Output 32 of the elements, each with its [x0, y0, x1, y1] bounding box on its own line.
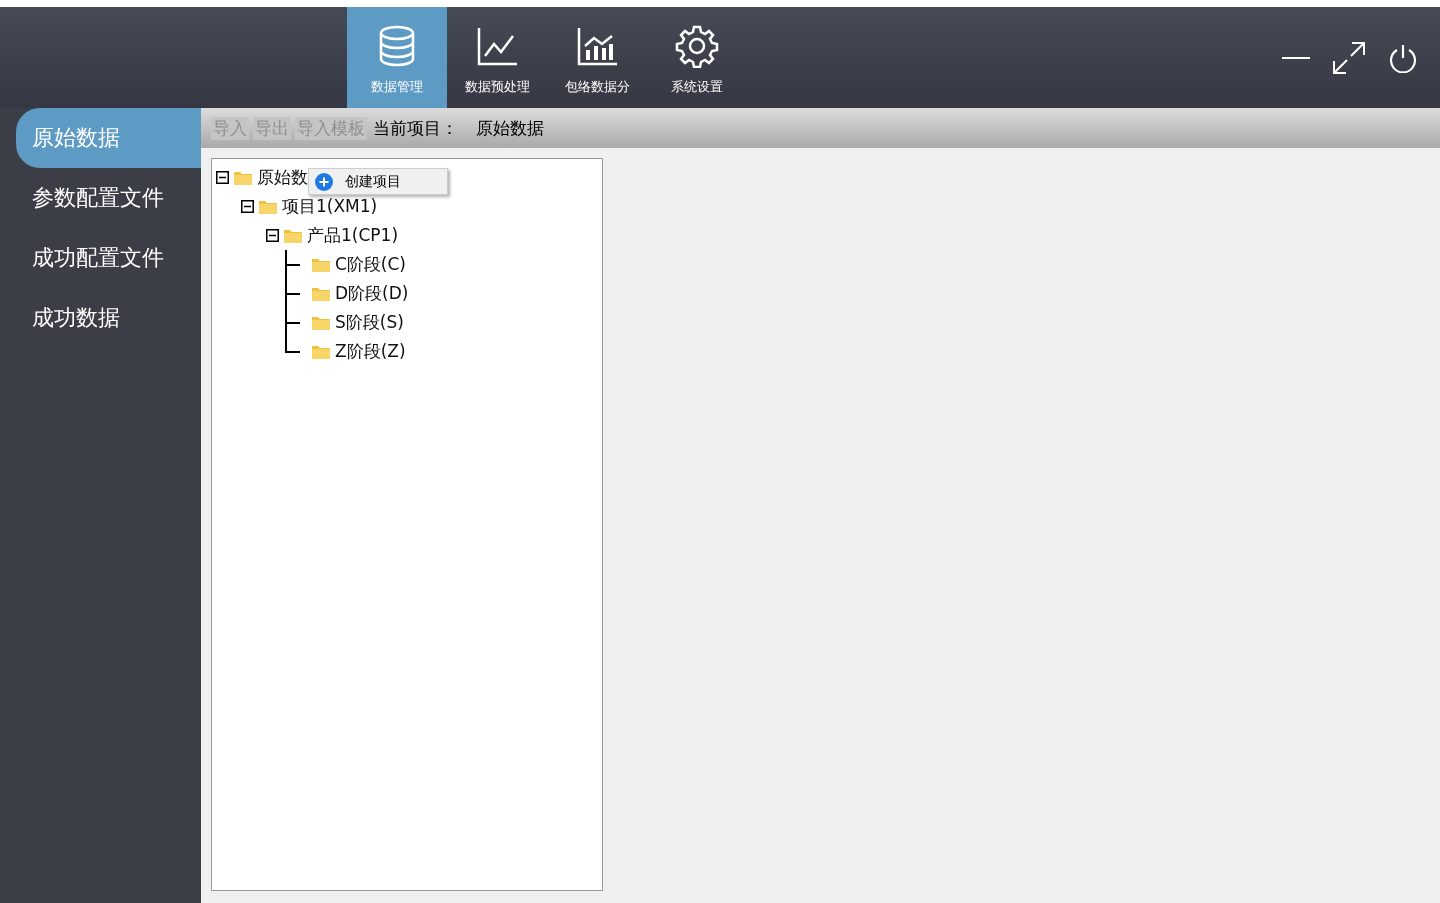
tree-item[interactable]: C阶段(C)	[335, 253, 406, 276]
sidebar-item[interactable]: 成功数据	[16, 288, 201, 348]
folder-icon	[258, 198, 278, 215]
folder-icon	[311, 314, 331, 331]
collapse-toggle[interactable]	[216, 171, 229, 184]
current-project-value: 原始数据	[476, 116, 544, 140]
settings-icon	[675, 24, 719, 68]
folder-icon	[311, 285, 331, 302]
tree-item[interactable]: 原始数	[257, 166, 308, 189]
maximize-icon[interactable]	[1332, 40, 1366, 75]
nav-tab[interactable]: 数据预处理	[447, 7, 547, 108]
nav-tab[interactable]: 系统设置	[647, 7, 747, 108]
tree-item[interactable]: S阶段(S)	[335, 311, 404, 334]
folder-icon	[283, 227, 303, 244]
sidebar-item[interactable]: 成功配置文件	[16, 228, 201, 288]
menu-item[interactable]: 创建项目	[309, 169, 447, 194]
nav-tab[interactable]: 包络数据分	[547, 7, 647, 108]
tree-item[interactable]: Z阶段(Z)	[335, 340, 406, 363]
sidebar-item[interactable]: 参数配置文件	[16, 168, 201, 228]
collapse-toggle[interactable]	[241, 200, 254, 213]
tree-connector	[285, 250, 300, 279]
tree-connector	[285, 279, 300, 308]
tree-item[interactable]: 项目1(XM1)	[282, 195, 378, 218]
current-project-label: 当前项目：	[373, 116, 458, 140]
folder-icon	[233, 169, 253, 186]
tree-item[interactable]: 产品1(CP1)	[307, 224, 399, 247]
collapse-toggle[interactable]	[266, 229, 279, 242]
power-icon[interactable]	[1388, 42, 1418, 73]
folder-icon	[311, 343, 331, 360]
plus-icon	[315, 172, 333, 191]
folder-icon	[311, 256, 331, 273]
tree-item[interactable]: D阶段(D)	[335, 282, 409, 305]
